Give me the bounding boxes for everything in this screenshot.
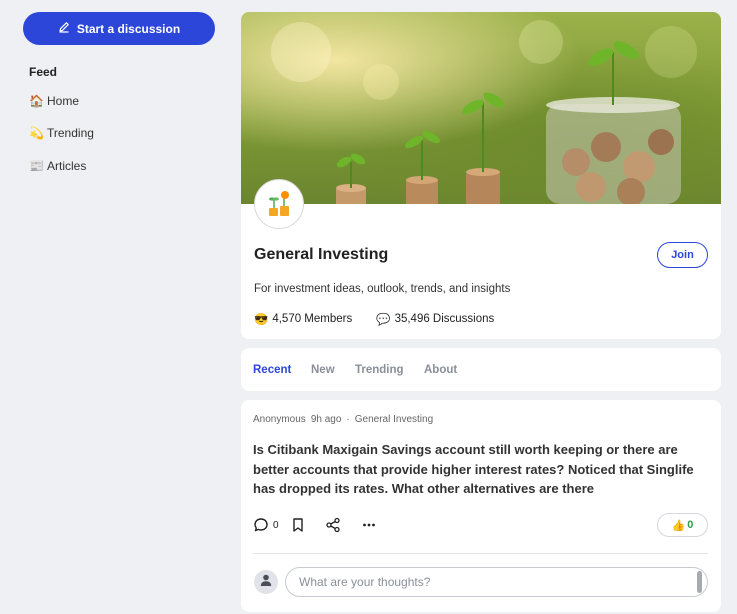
sidebar-item-label: Articles [47,159,87,173]
post-title[interactable]: Is Citibank Maxigain Savings account sti… [253,440,703,499]
feed-heading: Feed [29,65,58,79]
group-header-card: General Investing Join For investment id… [241,12,721,339]
share-icon[interactable] [325,517,341,533]
speech-bubble-icon: 💬 [376,314,391,326]
divider [253,553,708,554]
house-icon: 🏠 [29,94,44,108]
sidebar-item-label: Trending [47,126,94,140]
group-banner-image [241,12,721,204]
user-icon [259,573,273,592]
start-discussion-button[interactable]: Start a discussion [23,12,215,45]
discussions-stat: 💬 35,496 Discussions [376,312,494,326]
post-author[interactable]: Anonymous [253,414,306,425]
newspaper-icon: 📰 [29,159,44,173]
start-discussion-label: Start a discussion [76,21,181,36]
tab-new[interactable]: New [311,364,335,376]
reply-input[interactable] [285,567,708,597]
sidebar-item-articles[interactable]: 📰 Articles [29,159,86,173]
members-stat[interactable]: 😎 4,570 Members [254,312,352,326]
tab-about[interactable]: About [424,364,457,376]
like-button[interactable]: 👍 0 [657,513,708,537]
members-count: 4,570 Members [272,313,353,325]
comment-count: 0 [273,519,279,531]
post-meta: Anonymous 9h ago · General Investing [253,414,433,425]
bookmark-icon[interactable] [291,517,305,533]
post-time: 9h ago [310,414,342,425]
tab-recent[interactable]: Recent [253,364,291,376]
input-scrollbar[interactable] [697,571,702,593]
meta-separator: · [346,414,350,425]
group-logo-icon [254,179,304,229]
join-button[interactable]: Join [657,242,708,268]
tab-bar: Recent New Trending About [241,348,721,391]
group-stats: 😎 4,570 Members 💬 35,496 Discussions [254,312,494,326]
more-icon[interactable] [361,517,377,533]
comment-button[interactable]: 0 [253,517,279,533]
sunglasses-icon: 😎 [254,314,269,326]
like-count: 0 [687,519,694,531]
pencil-icon [58,21,70,36]
user-avatar [254,570,278,594]
discussions-count: 35,496 Discussions [394,313,495,325]
thumbs-up-icon: 👍 [671,519,686,532]
sidebar-item-label: Home [47,94,80,108]
sidebar-item-home[interactable]: 🏠 Home [29,94,79,108]
post-card: Anonymous 9h ago · General Investing Is … [241,400,721,612]
post-actions: 0 [253,517,377,533]
dizzy-star-icon: 💫 [29,126,44,140]
tab-trending[interactable]: Trending [355,364,404,376]
group-title: General Investing [254,246,389,263]
group-description: For investment ideas, outlook, trends, a… [254,283,511,295]
comment-icon [253,517,269,533]
post-group[interactable]: General Investing [355,414,433,425]
sidebar-item-trending[interactable]: 💫 Trending [29,126,94,140]
